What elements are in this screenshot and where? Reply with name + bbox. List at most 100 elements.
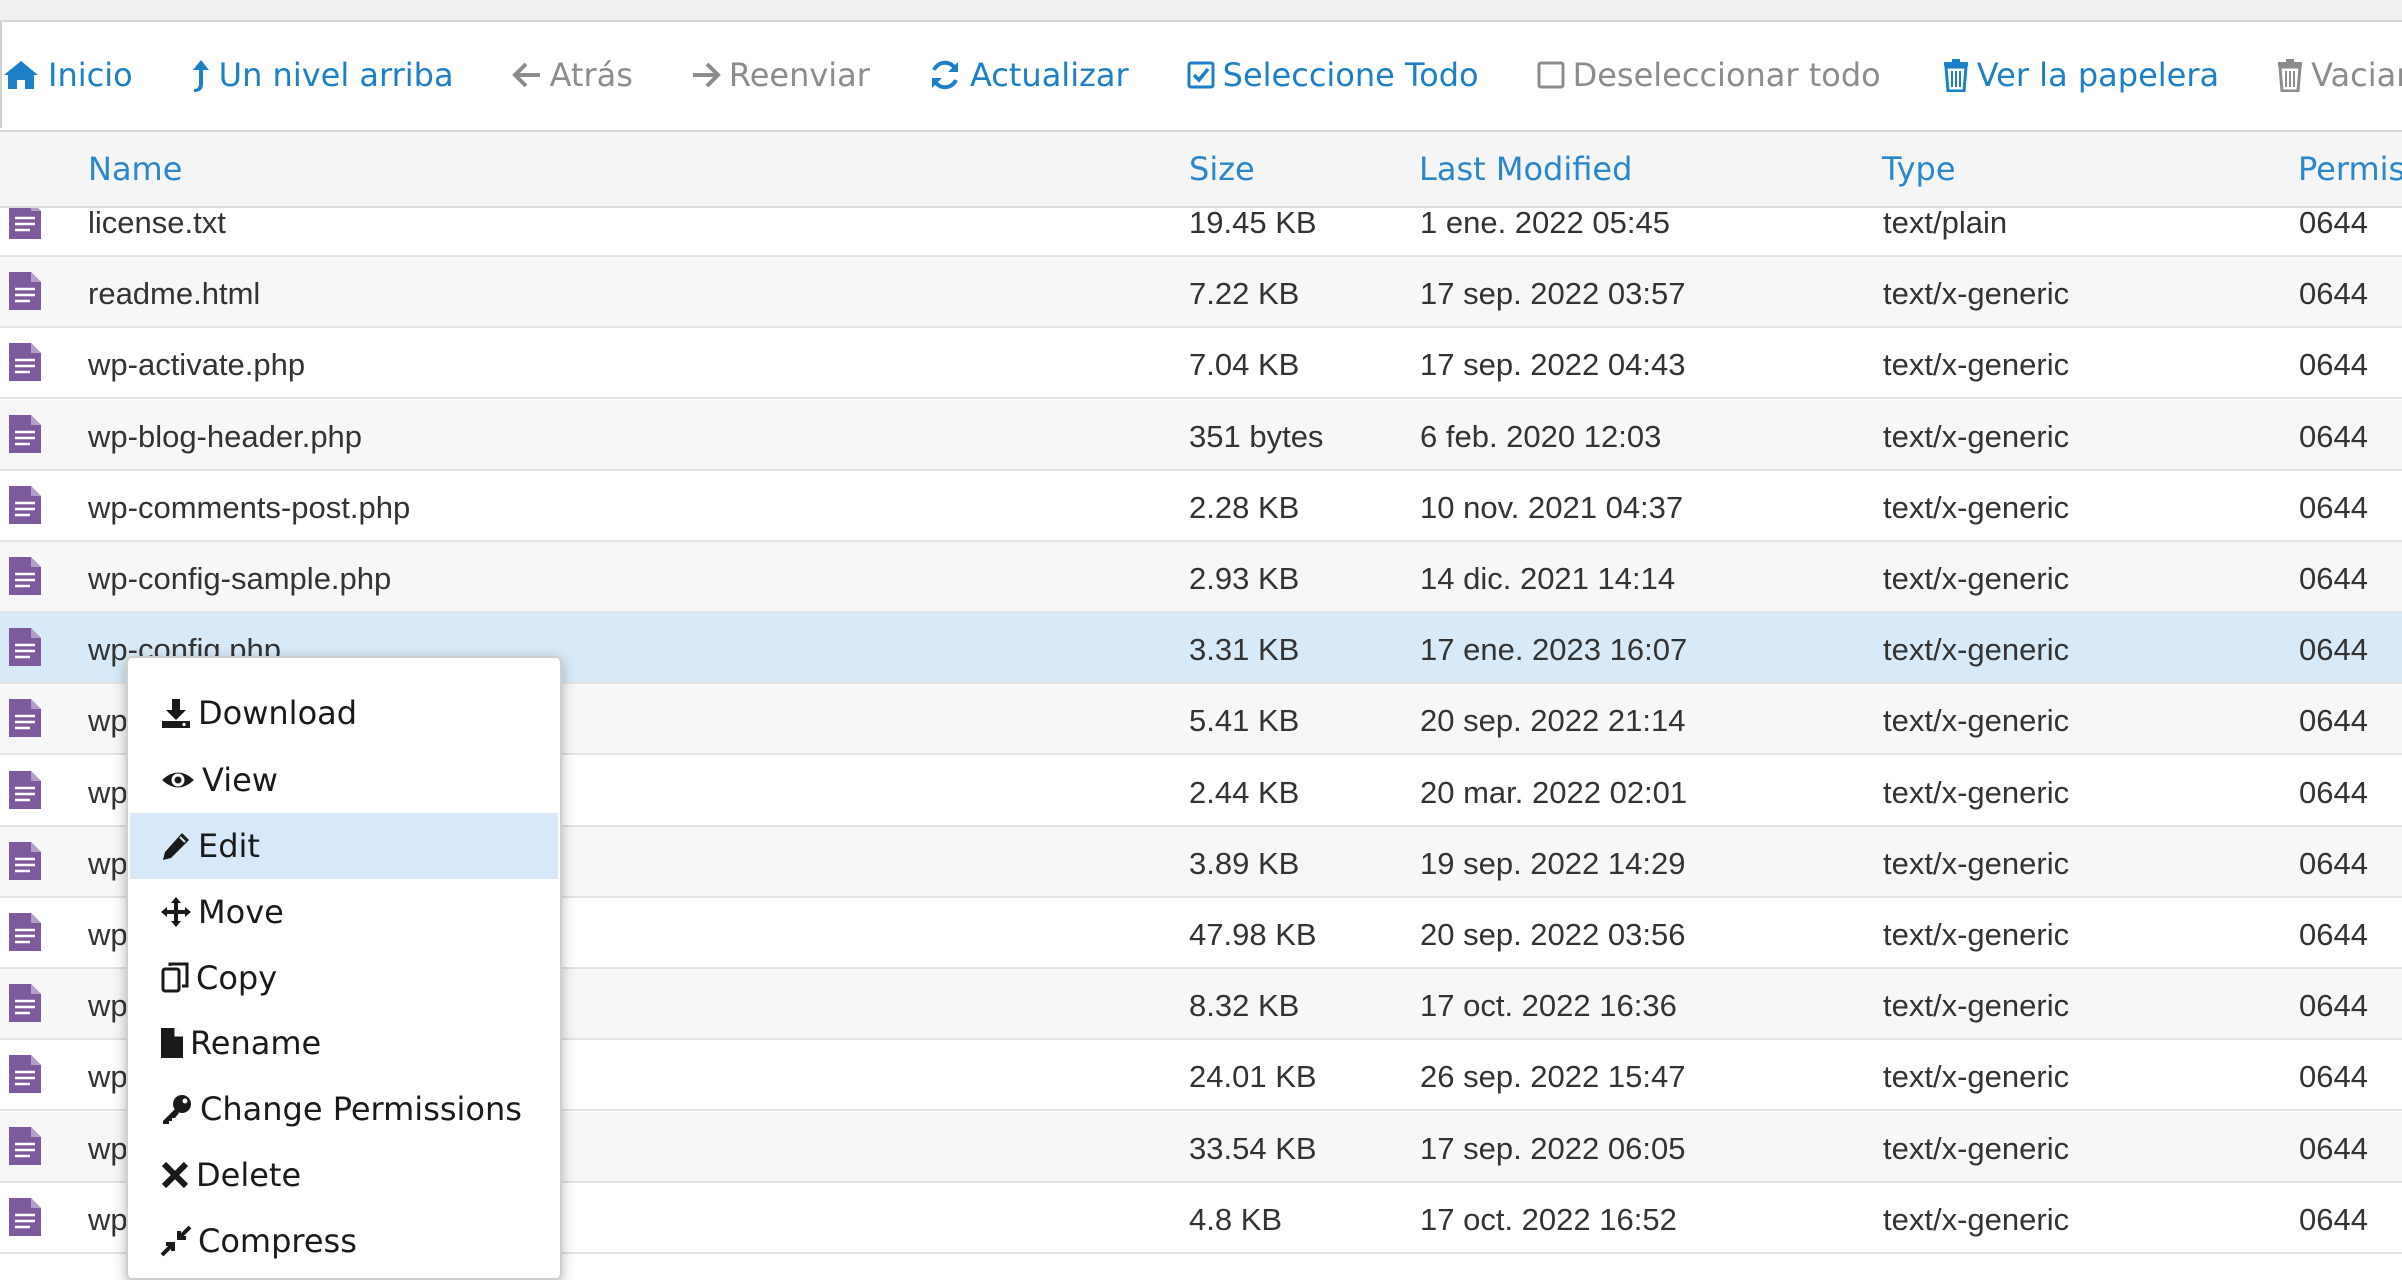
back-button[interactable]: Atrás xyxy=(511,56,633,94)
table-row[interactable]: license.txt 19.45 KB 1 ene. 2022 05:45 text… xyxy=(0,208,2402,257)
file-text-icon xyxy=(8,770,42,818)
file-type: text/x-generic xyxy=(1883,1201,2070,1237)
empty-trash-button[interactable]: Vaciar pap xyxy=(2277,56,2402,94)
file-type: text/x-generic xyxy=(1883,418,2070,454)
view-trash-label: Ver la papelera xyxy=(1976,56,2220,94)
file-name[interactable]: wp-activate.php xyxy=(88,347,305,383)
file-name[interactable]: wp xyxy=(88,1059,128,1095)
reload-label: Actualizar xyxy=(969,56,1129,94)
table-row[interactable]: wp-blog-header.php 351 bytes 6 feb. 2020 1… xyxy=(0,399,2402,471)
menu-item-move[interactable]: Move xyxy=(130,879,558,945)
file-size: 7.22 KB xyxy=(1189,276,1300,312)
file-name[interactable]: wp xyxy=(88,988,128,1024)
table-row[interactable]: wp-comments-post.php 2.28 KB 10 nov. 2021 … xyxy=(0,470,2402,542)
select-all-button[interactable]: Seleccione Todo xyxy=(1187,56,1479,94)
menu-item-download[interactable]: Download xyxy=(130,680,558,746)
file-type: text/x-generic xyxy=(1883,703,2070,739)
menu-item-change-permissions[interactable]: Change Permissions xyxy=(130,1076,558,1142)
file-permissions: 0644 xyxy=(2299,1201,2368,1237)
file-type: text/x-generic xyxy=(1883,1059,2070,1095)
file-last-modified: 10 nov. 2021 04:37 xyxy=(1420,489,1684,525)
up-one-level-label: Un nivel arriba xyxy=(218,56,454,94)
home-label: Inicio xyxy=(48,56,133,94)
file-last-modified: 20 sep. 2022 21:14 xyxy=(1420,703,1686,739)
file-name[interactable]: wp xyxy=(88,917,128,953)
select-all-label: Seleccione Todo xyxy=(1222,56,1479,94)
menu-item-delete[interactable]: Delete xyxy=(130,1142,558,1208)
file-last-modified: 1 ene. 2022 05:45 xyxy=(1420,208,1670,240)
file-permissions: 0644 xyxy=(2299,489,2368,525)
table-row[interactable]: readme.html 7.22 KB 17 sep. 2022 03:57 text… xyxy=(0,257,2402,329)
menu-item-compress[interactable]: Compress xyxy=(130,1208,558,1274)
menu-item-edit[interactable]: Edit xyxy=(130,813,558,879)
menu-item-view[interactable]: View xyxy=(130,747,558,813)
column-header-type[interactable]: Type xyxy=(1882,150,1956,188)
arrow-left-icon xyxy=(511,60,542,90)
file-name[interactable]: wp-blog-header.php xyxy=(88,419,362,455)
trash-icon xyxy=(2277,58,2303,92)
file-name[interactable]: wp xyxy=(88,846,128,882)
key-icon xyxy=(160,1093,194,1125)
file-name[interactable]: wp xyxy=(88,703,128,739)
file-last-modified: 17 sep. 2022 06:05 xyxy=(1420,1130,1686,1166)
file-permissions: 0644 xyxy=(2299,208,2368,240)
table-row[interactable]: wp-config-sample.php 2.93 KB 14 dic. 2021 … xyxy=(0,542,2402,613)
menu-item-label: Rename xyxy=(190,1024,322,1062)
file-last-modified: 17 oct. 2022 16:36 xyxy=(1420,988,1677,1024)
column-header-name[interactable]: Name xyxy=(88,150,182,188)
unselect-all-label: Deseleccionar todo xyxy=(1572,56,1881,94)
file-permissions: 0644 xyxy=(2299,418,2368,454)
forward-label: Reenviar xyxy=(728,56,870,94)
file-permissions: 0644 xyxy=(2299,347,2368,383)
file-size: 19.45 KB xyxy=(1189,208,1317,240)
menu-item-label: Copy xyxy=(196,959,278,997)
file-name[interactable]: wp xyxy=(88,775,128,811)
file-type: text/x-generic xyxy=(1883,347,2070,383)
view-trash-button[interactable]: Ver la papelera xyxy=(1943,56,2219,94)
file-name[interactable]: wp xyxy=(88,1131,128,1167)
file-permissions: 0644 xyxy=(2299,632,2368,668)
up-one-level-button[interactable]: Un nivel arriba xyxy=(191,56,454,94)
file-name[interactable]: license.txt xyxy=(88,208,226,241)
file-icon xyxy=(160,1027,184,1059)
empty-trash-label: Vaciar pap xyxy=(2311,56,2402,94)
checked-box-icon xyxy=(1187,61,1215,89)
column-header-last-modified[interactable]: Last Modified xyxy=(1419,150,1632,188)
file-permissions: 0644 xyxy=(2299,774,2368,810)
unselect-all-button[interactable]: Deseleccionar todo xyxy=(1537,56,1881,94)
file-text-icon xyxy=(8,342,42,390)
table-header: Name Size Last Modified Type Permiss xyxy=(0,130,2402,208)
home-button[interactable]: Inicio xyxy=(2,56,133,94)
file-last-modified: 17 ene. 2023 16:07 xyxy=(1420,632,1688,668)
file-last-modified: 19 sep. 2022 14:29 xyxy=(1420,845,1686,881)
menu-item-copy[interactable]: Copy xyxy=(130,945,558,1011)
move-icon xyxy=(160,896,192,928)
file-text-icon xyxy=(8,414,42,462)
menu-item-label: Download xyxy=(198,694,358,732)
reload-button[interactable]: Actualizar xyxy=(928,56,1129,94)
compress-icon xyxy=(160,1225,192,1257)
file-permissions: 0644 xyxy=(2299,845,2368,881)
file-permissions: 0644 xyxy=(2299,988,2368,1024)
table-row[interactable]: wp-activate.php 7.04 KB 17 sep. 2022 04:43… xyxy=(0,328,2402,400)
x-icon xyxy=(160,1160,190,1190)
forward-button[interactable]: Reenviar xyxy=(691,56,870,94)
menu-item-rename[interactable]: Rename xyxy=(130,1010,558,1076)
file-permissions: 0644 xyxy=(2299,1059,2368,1095)
column-header-permissions[interactable]: Permiss xyxy=(2298,150,2402,188)
home-icon xyxy=(2,59,40,91)
file-text-icon xyxy=(8,983,42,1031)
file-last-modified: 20 sep. 2022 03:56 xyxy=(1420,917,1686,952)
refresh-icon xyxy=(928,58,962,92)
file-name[interactable]: wp-config-sample.php xyxy=(88,561,391,597)
file-name[interactable]: readme.html xyxy=(88,276,260,312)
file-name[interactable]: wp xyxy=(88,1202,128,1238)
file-size: 8.32 KB xyxy=(1189,988,1300,1024)
file-name[interactable]: wp-comments-post.php xyxy=(88,490,410,526)
column-header-size[interactable]: Size xyxy=(1189,150,1255,188)
top-strip xyxy=(0,0,2402,22)
menu-item-label: Delete xyxy=(196,1156,302,1194)
file-text-icon xyxy=(8,1126,42,1174)
copy-icon xyxy=(160,962,190,994)
file-text-icon xyxy=(8,271,42,319)
